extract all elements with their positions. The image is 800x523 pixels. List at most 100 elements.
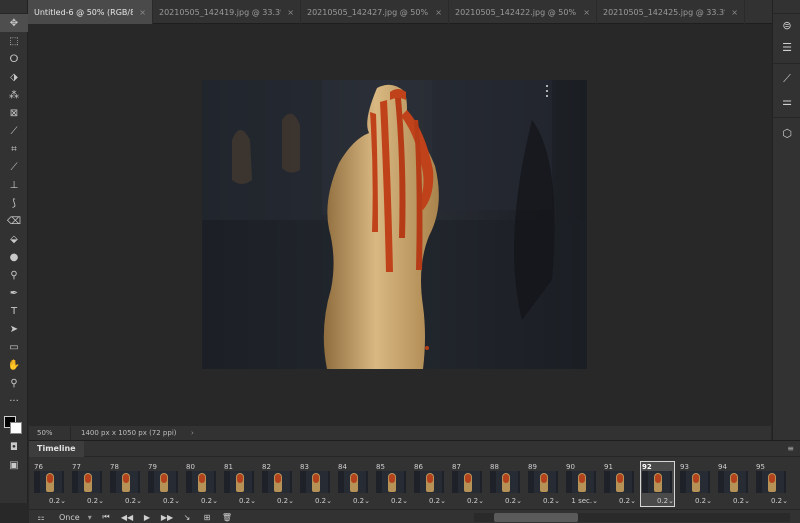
frame-delay[interactable]: 0.2⌄ [715, 497, 751, 505]
timeline-tab[interactable]: Timeline [29, 440, 84, 457]
move-tool-icon[interactable]: ✥ [0, 14, 28, 32]
eyedropper-tool-icon[interactable]: ⟋ [0, 122, 28, 140]
3d-panel-icon[interactable]: ⬡ [773, 122, 800, 144]
frame-delay[interactable]: 0.2⌄ [601, 497, 637, 505]
frame-delay[interactable]: 0.2⌄ [107, 497, 143, 505]
frame-tool-icon[interactable]: ⊠ [0, 104, 28, 122]
animation-frame[interactable]: 87 0.2⌄ [449, 461, 487, 507]
animation-frame[interactable]: 82 0.2⌄ [259, 461, 297, 507]
animation-frame[interactable]: 79 0.2⌄ [145, 461, 183, 507]
lasso-tool-icon[interactable]: ⵔ [0, 50, 28, 68]
close-tab-icon[interactable]: × [435, 8, 442, 17]
paint-bucket-tool-icon[interactable]: ⬙ [0, 230, 28, 248]
history-brush-tool-icon[interactable]: ⟆ [0, 194, 28, 212]
background-color-swatch[interactable] [10, 422, 22, 434]
frame-delay[interactable]: 0.2⌄ [69, 497, 105, 505]
close-tab-icon[interactable]: × [287, 8, 294, 17]
frame-delay[interactable]: 0.2⌄ [297, 497, 333, 505]
document-tab-2[interactable]: 20210505_142427.jpg @ 50% (L... × [301, 0, 449, 24]
frame-delay[interactable]: 0.2⌄ [145, 497, 181, 505]
convert-timeline-icon[interactable]: ⚏ [31, 510, 51, 523]
close-tab-icon[interactable]: × [731, 8, 738, 17]
timeline-scroll-thumb[interactable] [494, 513, 578, 522]
frame-delay[interactable]: 0.2⌄ [449, 497, 485, 505]
document-tab-0[interactable]: Untitled-6 @ 50% (RGB/8#) * × [28, 0, 153, 24]
previous-frame-icon[interactable]: ◀◀ [117, 510, 137, 523]
eraser-tool-icon[interactable]: ⌫ [0, 212, 28, 230]
zoom-level[interactable]: 50% [29, 426, 71, 440]
animation-frame[interactable]: 88 0.2⌄ [487, 461, 525, 507]
document-tab-4[interactable]: 20210505_142425.jpg @ 33.3%... × [597, 0, 745, 24]
close-tab-icon[interactable]: × [583, 8, 590, 17]
frame-delay[interactable]: 0.2⌄ [221, 497, 257, 505]
path-select-tool-icon[interactable]: ➤ [0, 320, 28, 338]
canvas-area[interactable] [29, 25, 771, 426]
color-swatches[interactable] [0, 410, 27, 438]
frame-delay[interactable]: 0.2⌄ [753, 497, 789, 505]
brushes-panel-icon[interactable]: ⟋ [773, 68, 800, 90]
animation-frame[interactable]: 86 0.2⌄ [411, 461, 449, 507]
frame-delay[interactable]: 0.2⌄ [411, 497, 447, 505]
frame-delay[interactable]: 0.2⌄ [487, 497, 523, 505]
screen-mode-icon[interactable]: ▣ [0, 456, 28, 474]
zoom-tool-icon[interactable]: ⚲ [0, 374, 28, 392]
frame-delay[interactable]: 0.2⌄ [31, 497, 67, 505]
animation-frame[interactable]: 81 0.2⌄ [221, 461, 259, 507]
rectangle-tool-icon[interactable]: ▭ [0, 338, 28, 356]
animation-frame[interactable]: 95 0.2⌄ [753, 461, 791, 507]
tween-icon[interactable]: ↘ [177, 510, 197, 523]
object-select-tool-icon[interactable]: ⬗ [0, 68, 28, 86]
document-tab-3[interactable]: 20210505_142422.jpg @ 50% (L... × [449, 0, 597, 24]
next-frame-icon[interactable]: ▶▶ [157, 510, 177, 523]
animation-frame[interactable]: 89 0.2⌄ [525, 461, 563, 507]
document-image[interactable] [202, 80, 587, 369]
frame-delay[interactable]: 0.2⌄ [335, 497, 371, 505]
animation-frame[interactable]: 91 0.2⌄ [601, 461, 639, 507]
properties-panel-icon[interactable]: ☰ [773, 36, 800, 58]
close-tab-icon[interactable]: × [139, 8, 146, 17]
animation-frame[interactable]: 92 0.2⌄ [639, 461, 677, 507]
delete-frame-icon[interactable]: 🗑 [217, 510, 237, 523]
animation-frame[interactable]: 78 0.2⌄ [107, 461, 145, 507]
frame-delay[interactable]: 0.2⌄ [639, 497, 675, 505]
animation-frame[interactable]: 93 0.2⌄ [677, 461, 715, 507]
brush-settings-panel-icon[interactable]: ⚌ [773, 90, 800, 112]
status-more-button[interactable]: › [191, 429, 194, 437]
document-tab-1[interactable]: 20210505_142419.jpg @ 33.3%... × [153, 0, 301, 24]
play-icon[interactable]: ▶ [137, 510, 157, 523]
frame-delay[interactable]: 0.2⌄ [677, 497, 713, 505]
brush-tool-icon[interactable]: ⟋ [0, 158, 28, 176]
hand-tool-icon[interactable]: ✋ [0, 356, 28, 374]
type-tool-icon[interactable]: T [0, 302, 28, 320]
animation-frame[interactable]: 84 0.2⌄ [335, 461, 373, 507]
frame-delay[interactable]: 0.2⌄ [259, 497, 295, 505]
timeline-scrollbar[interactable] [474, 513, 790, 522]
loop-select[interactable]: Once ▾ [51, 510, 95, 523]
clone-stamp-tool-icon[interactable]: ⊥ [0, 176, 28, 194]
timeline-menu-icon[interactable]: ≡ [787, 444, 794, 453]
animation-frame[interactable]: 80 0.2⌄ [183, 461, 221, 507]
frame-delay[interactable]: 0.2⌄ [373, 497, 409, 505]
crop-tool-icon[interactable]: ⌗ [0, 140, 28, 158]
animation-frame[interactable]: 77 0.2⌄ [69, 461, 107, 507]
animation-frame[interactable]: 76 0.2⌄ [31, 461, 69, 507]
frame-delay[interactable]: 1 sec.⌄ [563, 497, 599, 505]
tools-panel-grip[interactable] [0, 0, 27, 14]
first-frame-icon[interactable]: ⏮ [95, 510, 117, 523]
blur-tool-icon[interactable]: ● [0, 248, 28, 266]
quick-mask-icon[interactable]: ◘ [0, 438, 28, 456]
animation-frame[interactable]: 83 0.2⌄ [297, 461, 335, 507]
marquee-tool-icon[interactable]: ⬚ [0, 32, 28, 50]
frame-delay[interactable]: 0.2⌄ [183, 497, 219, 505]
duplicate-frame-icon[interactable]: ⊞ [197, 510, 217, 523]
animation-frame[interactable]: 85 0.2⌄ [373, 461, 411, 507]
more-tools-icon[interactable]: ··· [0, 392, 28, 410]
magic-wand-tool-icon[interactable]: ⁂ [0, 86, 28, 104]
pen-tool-icon[interactable]: ✒ [0, 284, 28, 302]
animation-frame[interactable]: 94 0.2⌄ [715, 461, 753, 507]
dodge-tool-icon[interactable]: ⚲ [0, 266, 28, 284]
animation-frame[interactable]: 90 1 sec.⌄ [563, 461, 601, 507]
panel-dock-grip[interactable] [773, 0, 800, 14]
frame-delay[interactable]: 0.2⌄ [525, 497, 561, 505]
adjust-panel-icon[interactable]: ⊜ [773, 14, 800, 36]
